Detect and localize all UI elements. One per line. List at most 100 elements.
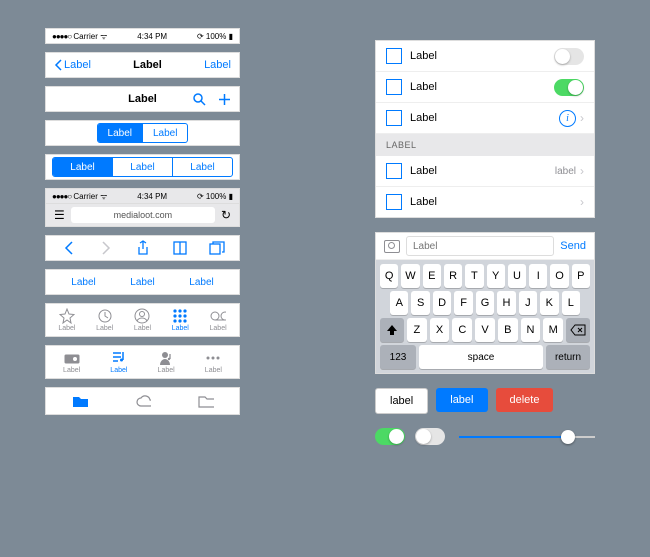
key-k[interactable]: K [540,291,558,315]
list-row[interactable]: Label › [376,187,594,217]
list-row[interactable]: Label i› [376,103,594,134]
tab-folder[interactable] [198,393,214,409]
key-n[interactable]: N [521,318,541,342]
tab-bar-2: Label Label Label Label [45,345,240,379]
tab-recents[interactable]: Label [96,308,113,332]
checkbox[interactable] [386,79,402,95]
switch-on[interactable] [554,79,584,96]
key-q[interactable]: Q [380,264,398,288]
list-row[interactable]: Label label› [376,156,594,187]
keyboard: QWERTYUIOP ASDFGHJKL ZXCVBNM 123 space r… [376,260,594,373]
switch-off[interactable] [554,48,584,65]
info-icon[interactable]: i [559,110,576,127]
list-row[interactable]: Label [376,41,594,72]
key-y[interactable]: Y [487,264,505,288]
switch-off[interactable] [415,428,445,445]
tab-artists[interactable]: Label [158,350,175,374]
reload-icon[interactable]: ↻ [221,208,231,222]
segment-a[interactable]: Label [98,124,142,142]
segment-a[interactable]: Label [53,158,112,176]
key-f[interactable]: F [454,291,472,315]
key-r[interactable]: R [444,264,462,288]
key-j[interactable]: J [519,291,537,315]
tab-folder-active[interactable] [72,393,88,409]
message-input[interactable] [406,236,554,256]
key-g[interactable]: G [476,291,494,315]
checkbox[interactable] [386,194,402,210]
controls-row [375,428,595,445]
switch-on[interactable] [375,428,405,445]
share-icon[interactable] [134,239,152,257]
back-icon[interactable] [60,239,78,257]
url-field[interactable]: medialoot.com [71,207,215,223]
button-default[interactable]: label [375,388,428,414]
slider-thumb[interactable] [561,430,575,444]
numbers-key[interactable]: 123 [380,345,416,369]
tab-keypad[interactable]: Label [172,308,189,332]
menu-icon[interactable]: ☰ [54,208,65,222]
status-bar: ●●●●○ Carrier ᯤ 4:34 PM ⟳ 100% ▮ [45,28,240,44]
segmented-bar-3: Label Label Label [45,154,240,180]
segment-b[interactable]: Label [112,158,172,176]
tab-c[interactable]: Label [189,277,213,288]
key-d[interactable]: D [433,291,451,315]
send-button[interactable]: Send [560,240,586,252]
plus-icon[interactable] [218,93,231,106]
tab-radio[interactable]: Label [63,350,80,374]
key-a[interactable]: A [390,291,408,315]
button-delete[interactable]: delete [496,388,554,412]
key-h[interactable]: H [497,291,515,315]
slider[interactable] [459,436,595,438]
list-row[interactable]: Label [376,72,594,103]
tab-bar-text: Label Label Label [45,269,240,295]
key-w[interactable]: W [401,264,419,288]
checkbox[interactable] [386,48,402,64]
key-l[interactable]: L [562,291,580,315]
key-b[interactable]: B [498,318,518,342]
tab-b[interactable]: Label [130,277,154,288]
key-t[interactable]: T [465,264,483,288]
space-key[interactable]: space [419,345,543,369]
tab-music[interactable]: Label [110,350,127,374]
tab-a[interactable]: Label [71,277,95,288]
key-u[interactable]: U [508,264,526,288]
tab-contacts[interactable]: Label [134,308,151,332]
tab-voicemail[interactable]: Label [210,308,227,332]
settings-list-1: Label Label Label i› LABEL Label label› … [375,40,595,218]
nav-right-button[interactable]: Label [204,59,231,71]
segment-b[interactable]: Label [142,124,187,142]
button-primary[interactable]: label [436,388,487,412]
key-c[interactable]: C [452,318,472,342]
key-i[interactable]: I [529,264,547,288]
tab-favorites[interactable]: Label [58,308,75,332]
back-button[interactable]: Label [54,59,91,71]
backspace-key[interactable] [566,318,590,342]
key-x[interactable]: X [430,318,450,342]
key-z[interactable]: Z [407,318,427,342]
camera-icon[interactable] [384,240,400,253]
tab-cloud[interactable] [135,393,151,409]
segmented-bar-2: Label Label [45,120,240,146]
key-s[interactable]: S [411,291,429,315]
safari-toolbar [45,235,240,261]
key-p[interactable]: P [572,264,590,288]
key-e[interactable]: E [423,264,441,288]
tabs-icon[interactable] [208,239,226,257]
nav-bar: Label Label Label [45,52,240,78]
tab-more[interactable]: Label [205,350,222,374]
bookmarks-icon[interactable] [171,239,189,257]
checkbox[interactable] [386,110,402,126]
chevron-right-icon: › [580,164,584,178]
segment-c[interactable]: Label [172,158,232,176]
shift-key[interactable] [380,318,404,342]
key-v[interactable]: V [475,318,495,342]
key-m[interactable]: M [543,318,563,342]
address-bar: ☰ medialoot.com ↻ [45,203,240,227]
return-key[interactable]: return [546,345,590,369]
key-o[interactable]: O [550,264,568,288]
tab-bar-3 [45,387,240,415]
checkbox[interactable] [386,163,402,179]
section-header: LABEL [376,134,594,156]
search-icon[interactable] [193,93,206,106]
nav-bar-search: Label [45,86,240,112]
